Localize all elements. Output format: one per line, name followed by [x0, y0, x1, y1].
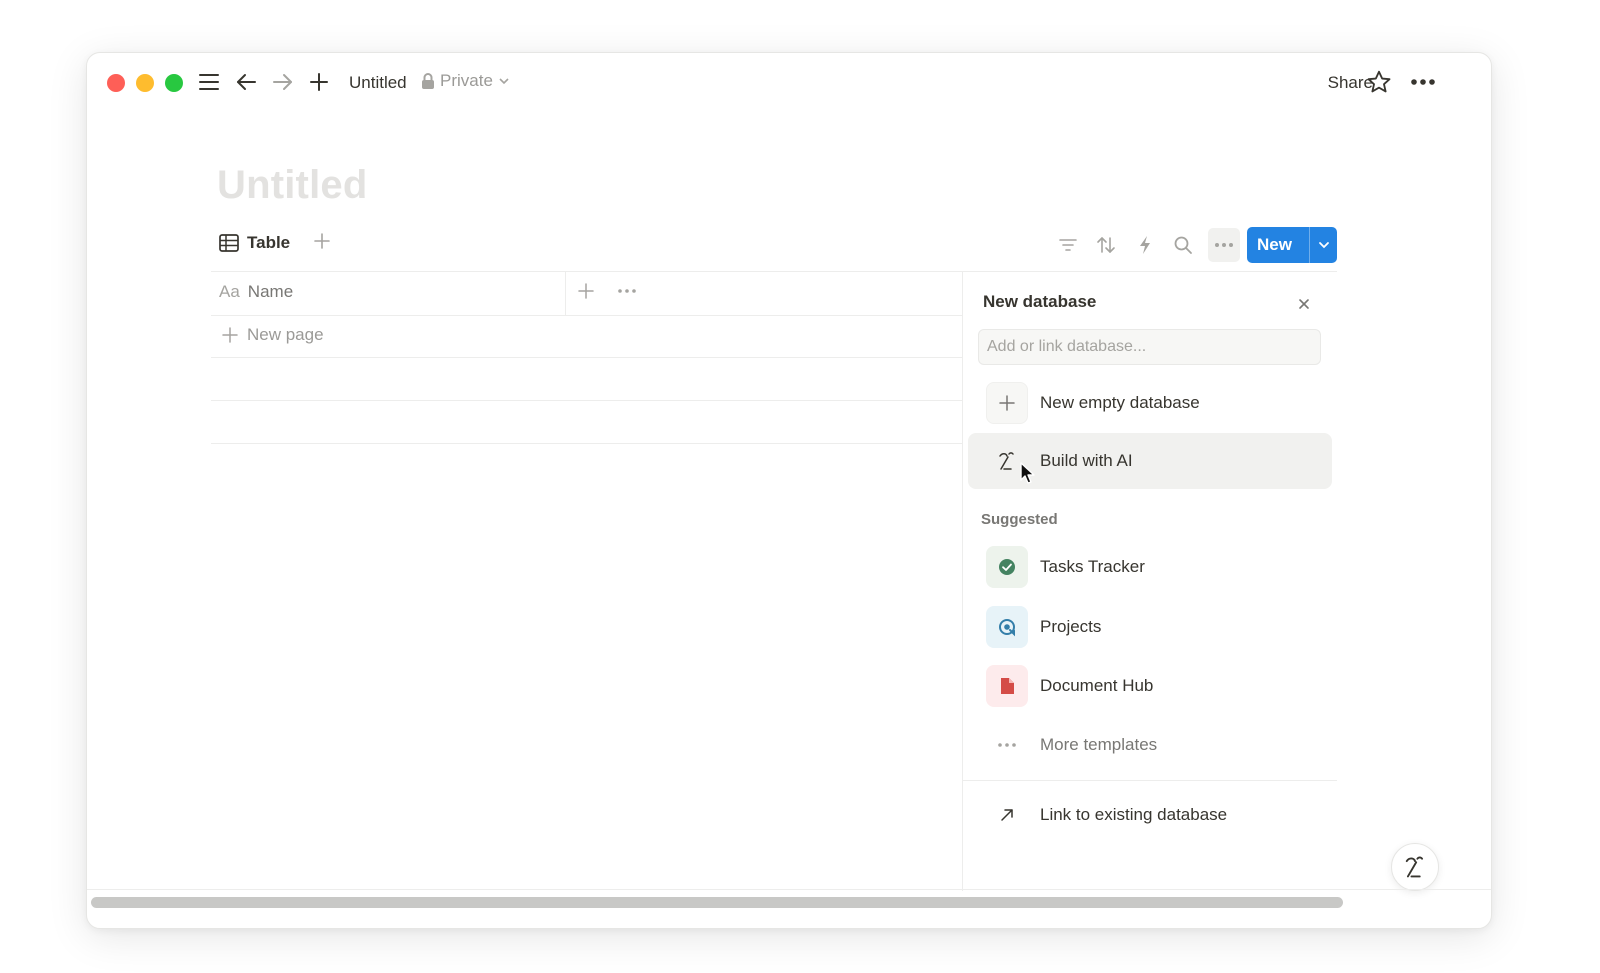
document-icon — [986, 665, 1028, 707]
target-icon — [986, 606, 1028, 648]
ai-assistant-button[interactable] — [1391, 843, 1439, 891]
more-dots-icon — [986, 724, 1028, 766]
link-existing-database-item[interactable]: Link to existing database — [968, 787, 1332, 843]
horizontal-scrollbar[interactable] — [91, 897, 1343, 908]
view-more-icon[interactable] — [1208, 228, 1240, 262]
new-button[interactable]: New — [1247, 227, 1337, 263]
item-label: Build with AI — [1040, 451, 1133, 470]
close-icon[interactable] — [1293, 293, 1315, 315]
row-border — [211, 443, 963, 444]
lock-icon — [422, 73, 434, 89]
star-icon[interactable] — [1365, 69, 1393, 95]
plus-icon — [986, 382, 1028, 424]
item-label: More templates — [1040, 735, 1158, 754]
column-more-icon[interactable] — [617, 282, 637, 305]
panel-separator — [963, 780, 1337, 781]
column-header-label: Name — [247, 282, 294, 301]
new-page-label: New page — [247, 325, 324, 344]
ai-icon — [1405, 856, 1424, 878]
new-button-label: New — [1257, 235, 1292, 254]
item-label: Link to existing database — [1040, 805, 1228, 824]
automation-lightning-icon[interactable] — [1131, 231, 1159, 259]
add-view-plus-icon[interactable] — [312, 231, 332, 256]
app-window: Untitled Private Share Untitled Table Ne… — [86, 52, 1492, 929]
maximize-window-button[interactable] — [165, 74, 183, 92]
privacy-label: Private — [440, 71, 493, 90]
breadcrumb-title[interactable]: Untitled — [349, 72, 407, 94]
close-window-button[interactable] — [107, 74, 125, 92]
header-bottom-border — [211, 315, 963, 316]
item-label: Tasks Tracker — [1040, 557, 1145, 576]
text-property-icon: Aa — [219, 282, 240, 301]
row-border — [211, 357, 963, 358]
new-button-chevron-down-icon[interactable] — [1310, 240, 1337, 250]
item-label: Projects — [1040, 617, 1102, 636]
document-hub-template[interactable]: Document Hub — [968, 658, 1332, 714]
new-page-row[interactable]: New page — [221, 325, 324, 345]
minimize-window-button[interactable] — [136, 74, 154, 92]
check-circle-icon — [986, 546, 1028, 588]
tab-table[interactable]: Table — [219, 233, 290, 253]
new-page-plus-icon[interactable] — [308, 69, 330, 95]
row-border — [211, 400, 963, 401]
page-title[interactable]: Untitled — [217, 163, 367, 208]
suggested-section-label: Suggested — [981, 511, 1058, 528]
item-label: New empty database — [1040, 393, 1200, 412]
filter-icon[interactable] — [1054, 231, 1082, 259]
plus-icon — [222, 327, 238, 343]
menu-icon[interactable] — [197, 69, 221, 95]
new-empty-database-item[interactable]: New empty database — [968, 375, 1332, 431]
projects-template[interactable]: Projects — [968, 599, 1332, 655]
item-label: Document Hub — [1040, 676, 1154, 695]
table-icon — [219, 234, 239, 252]
add-property-plus-icon[interactable] — [577, 282, 595, 305]
footer-border — [87, 889, 1491, 890]
sort-icon[interactable] — [1092, 231, 1120, 259]
forward-arrow-icon[interactable] — [271, 69, 295, 95]
column-header-name[interactable]: Aa Name — [219, 282, 293, 302]
more-options-icon[interactable] — [1409, 69, 1437, 95]
mouse-cursor-icon — [1020, 462, 1035, 484]
privacy-selector[interactable]: Private — [421, 70, 510, 92]
table-top-border — [211, 271, 1337, 272]
arrow-up-right-icon — [986, 794, 1028, 836]
back-arrow-icon[interactable] — [234, 69, 258, 95]
panel-title: New database — [983, 292, 1097, 311]
chevron-down-icon — [499, 78, 509, 85]
tasks-tracker-template[interactable]: Tasks Tracker — [968, 539, 1332, 595]
search-icon[interactable] — [1169, 231, 1197, 259]
database-search-input[interactable] — [978, 329, 1321, 365]
tab-table-label: Table — [247, 233, 291, 252]
top-bar: Untitled Private Share — [87, 53, 1491, 111]
panel-divider — [962, 271, 963, 891]
more-templates-item[interactable]: More templates — [968, 717, 1332, 773]
column-separator — [565, 271, 566, 315]
